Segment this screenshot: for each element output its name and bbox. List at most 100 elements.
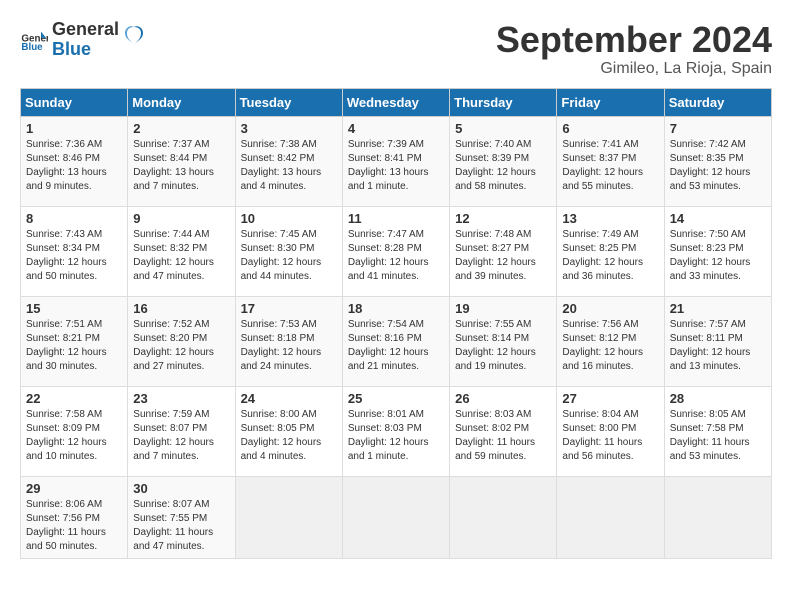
header-saturday: Saturday [664, 88, 771, 116]
calendar-cell: 28 Sunrise: 8:05 AM Sunset: 7:58 PM Dayl… [664, 386, 771, 476]
day-number: 29 [26, 481, 122, 496]
calendar-cell: 9 Sunrise: 7:44 AM Sunset: 8:32 PM Dayli… [128, 206, 235, 296]
calendar-cell [664, 476, 771, 558]
logo-general: General [52, 20, 119, 40]
calendar-cell: 12 Sunrise: 7:48 AM Sunset: 8:27 PM Dayl… [450, 206, 557, 296]
day-number: 4 [348, 121, 444, 136]
calendar-table: SundayMondayTuesdayWednesdayThursdayFrid… [20, 88, 772, 559]
calendar-cell: 5 Sunrise: 7:40 AM Sunset: 8:39 PM Dayli… [450, 116, 557, 206]
day-info: Sunrise: 7:39 AM Sunset: 8:41 PM Dayligh… [348, 139, 429, 192]
calendar-cell: 4 Sunrise: 7:39 AM Sunset: 8:41 PM Dayli… [342, 116, 449, 206]
calendar-cell: 16 Sunrise: 7:52 AM Sunset: 8:20 PM Dayl… [128, 296, 235, 386]
day-number: 6 [562, 121, 658, 136]
calendar-cell: 18 Sunrise: 7:54 AM Sunset: 8:16 PM Dayl… [342, 296, 449, 386]
day-info: Sunrise: 7:38 AM Sunset: 8:42 PM Dayligh… [241, 139, 322, 192]
calendar-cell: 22 Sunrise: 7:58 AM Sunset: 8:09 PM Dayl… [21, 386, 128, 476]
day-number: 2 [133, 121, 229, 136]
header-monday: Monday [128, 88, 235, 116]
day-info: Sunrise: 7:41 AM Sunset: 8:37 PM Dayligh… [562, 139, 643, 192]
day-number: 25 [348, 391, 444, 406]
day-info: Sunrise: 8:05 AM Sunset: 7:58 PM Dayligh… [670, 409, 750, 462]
calendar-cell: 17 Sunrise: 7:53 AM Sunset: 8:18 PM Dayl… [235, 296, 342, 386]
day-number: 17 [241, 301, 337, 316]
day-number: 8 [26, 211, 122, 226]
month-title: September 2024 [496, 20, 772, 60]
day-number: 3 [241, 121, 337, 136]
day-number: 23 [133, 391, 229, 406]
header-friday: Friday [557, 88, 664, 116]
day-number: 10 [241, 211, 337, 226]
calendar-cell: 7 Sunrise: 7:42 AM Sunset: 8:35 PM Dayli… [664, 116, 771, 206]
day-number: 18 [348, 301, 444, 316]
calendar-cell: 20 Sunrise: 7:56 AM Sunset: 8:12 PM Dayl… [557, 296, 664, 386]
calendar-cell: 30 Sunrise: 8:07 AM Sunset: 7:55 PM Dayl… [128, 476, 235, 558]
day-number: 20 [562, 301, 658, 316]
day-number: 5 [455, 121, 551, 136]
day-number: 19 [455, 301, 551, 316]
day-number: 21 [670, 301, 766, 316]
day-number: 22 [26, 391, 122, 406]
calendar-cell: 2 Sunrise: 7:37 AM Sunset: 8:44 PM Dayli… [128, 116, 235, 206]
header-thursday: Thursday [450, 88, 557, 116]
location: Gimileo, La Rioja, Spain [496, 60, 772, 78]
logo-icon: General Blue [20, 26, 48, 54]
day-number: 13 [562, 211, 658, 226]
day-info: Sunrise: 8:07 AM Sunset: 7:55 PM Dayligh… [133, 499, 213, 552]
day-info: Sunrise: 7:44 AM Sunset: 8:32 PM Dayligh… [133, 229, 214, 282]
day-number: 14 [670, 211, 766, 226]
header-sunday: Sunday [21, 88, 128, 116]
calendar-cell: 8 Sunrise: 7:43 AM Sunset: 8:34 PM Dayli… [21, 206, 128, 296]
day-info: Sunrise: 7:47 AM Sunset: 8:28 PM Dayligh… [348, 229, 429, 282]
day-info: Sunrise: 8:06 AM Sunset: 7:56 PM Dayligh… [26, 499, 106, 552]
calendar-cell: 15 Sunrise: 7:51 AM Sunset: 8:21 PM Dayl… [21, 296, 128, 386]
svg-text:Blue: Blue [21, 42, 43, 53]
calendar-cell [235, 476, 342, 558]
logo-blue: Blue [52, 40, 119, 60]
day-info: Sunrise: 8:03 AM Sunset: 8:02 PM Dayligh… [455, 409, 535, 462]
calendar-cell: 10 Sunrise: 7:45 AM Sunset: 8:30 PM Dayl… [235, 206, 342, 296]
day-info: Sunrise: 8:04 AM Sunset: 8:00 PM Dayligh… [562, 409, 642, 462]
day-info: Sunrise: 7:42 AM Sunset: 8:35 PM Dayligh… [670, 139, 751, 192]
logo-bird-icon [123, 25, 145, 55]
day-info: Sunrise: 7:37 AM Sunset: 8:44 PM Dayligh… [133, 139, 214, 192]
day-number: 16 [133, 301, 229, 316]
calendar-cell: 21 Sunrise: 7:57 AM Sunset: 8:11 PM Dayl… [664, 296, 771, 386]
calendar-cell [342, 476, 449, 558]
calendar-cell: 6 Sunrise: 7:41 AM Sunset: 8:37 PM Dayli… [557, 116, 664, 206]
day-number: 28 [670, 391, 766, 406]
calendar-cell: 26 Sunrise: 8:03 AM Sunset: 8:02 PM Dayl… [450, 386, 557, 476]
calendar-cell: 27 Sunrise: 8:04 AM Sunset: 8:00 PM Dayl… [557, 386, 664, 476]
header-wednesday: Wednesday [342, 88, 449, 116]
day-info: Sunrise: 8:01 AM Sunset: 8:03 PM Dayligh… [348, 409, 429, 462]
calendar-cell: 19 Sunrise: 7:55 AM Sunset: 8:14 PM Dayl… [450, 296, 557, 386]
calendar-cell: 14 Sunrise: 7:50 AM Sunset: 8:23 PM Dayl… [664, 206, 771, 296]
calendar-cell [557, 476, 664, 558]
calendar-cell: 3 Sunrise: 7:38 AM Sunset: 8:42 PM Dayli… [235, 116, 342, 206]
day-number: 9 [133, 211, 229, 226]
day-number: 11 [348, 211, 444, 226]
day-number: 24 [241, 391, 337, 406]
calendar-cell: 29 Sunrise: 8:06 AM Sunset: 7:56 PM Dayl… [21, 476, 128, 558]
day-info: Sunrise: 7:52 AM Sunset: 8:20 PM Dayligh… [133, 319, 214, 372]
calendar-cell: 11 Sunrise: 7:47 AM Sunset: 8:28 PM Dayl… [342, 206, 449, 296]
day-number: 30 [133, 481, 229, 496]
title-block: September 2024 Gimileo, La Rioja, Spain [496, 20, 772, 78]
day-info: Sunrise: 7:53 AM Sunset: 8:18 PM Dayligh… [241, 319, 322, 372]
calendar-cell: 1 Sunrise: 7:36 AM Sunset: 8:46 PM Dayli… [21, 116, 128, 206]
day-info: Sunrise: 7:36 AM Sunset: 8:46 PM Dayligh… [26, 139, 107, 192]
day-number: 7 [670, 121, 766, 136]
day-number: 15 [26, 301, 122, 316]
header-tuesday: Tuesday [235, 88, 342, 116]
calendar-header: SundayMondayTuesdayWednesdayThursdayFrid… [21, 88, 772, 116]
calendar-cell: 25 Sunrise: 8:01 AM Sunset: 8:03 PM Dayl… [342, 386, 449, 476]
day-number: 12 [455, 211, 551, 226]
day-info: Sunrise: 7:48 AM Sunset: 8:27 PM Dayligh… [455, 229, 536, 282]
day-info: Sunrise: 7:43 AM Sunset: 8:34 PM Dayligh… [26, 229, 107, 282]
day-number: 27 [562, 391, 658, 406]
day-info: Sunrise: 7:45 AM Sunset: 8:30 PM Dayligh… [241, 229, 322, 282]
day-info: Sunrise: 7:56 AM Sunset: 8:12 PM Dayligh… [562, 319, 643, 372]
logo: General Blue General Blue [20, 20, 145, 60]
day-info: Sunrise: 8:00 AM Sunset: 8:05 PM Dayligh… [241, 409, 322, 462]
day-info: Sunrise: 7:40 AM Sunset: 8:39 PM Dayligh… [455, 139, 536, 192]
day-info: Sunrise: 7:51 AM Sunset: 8:21 PM Dayligh… [26, 319, 107, 372]
